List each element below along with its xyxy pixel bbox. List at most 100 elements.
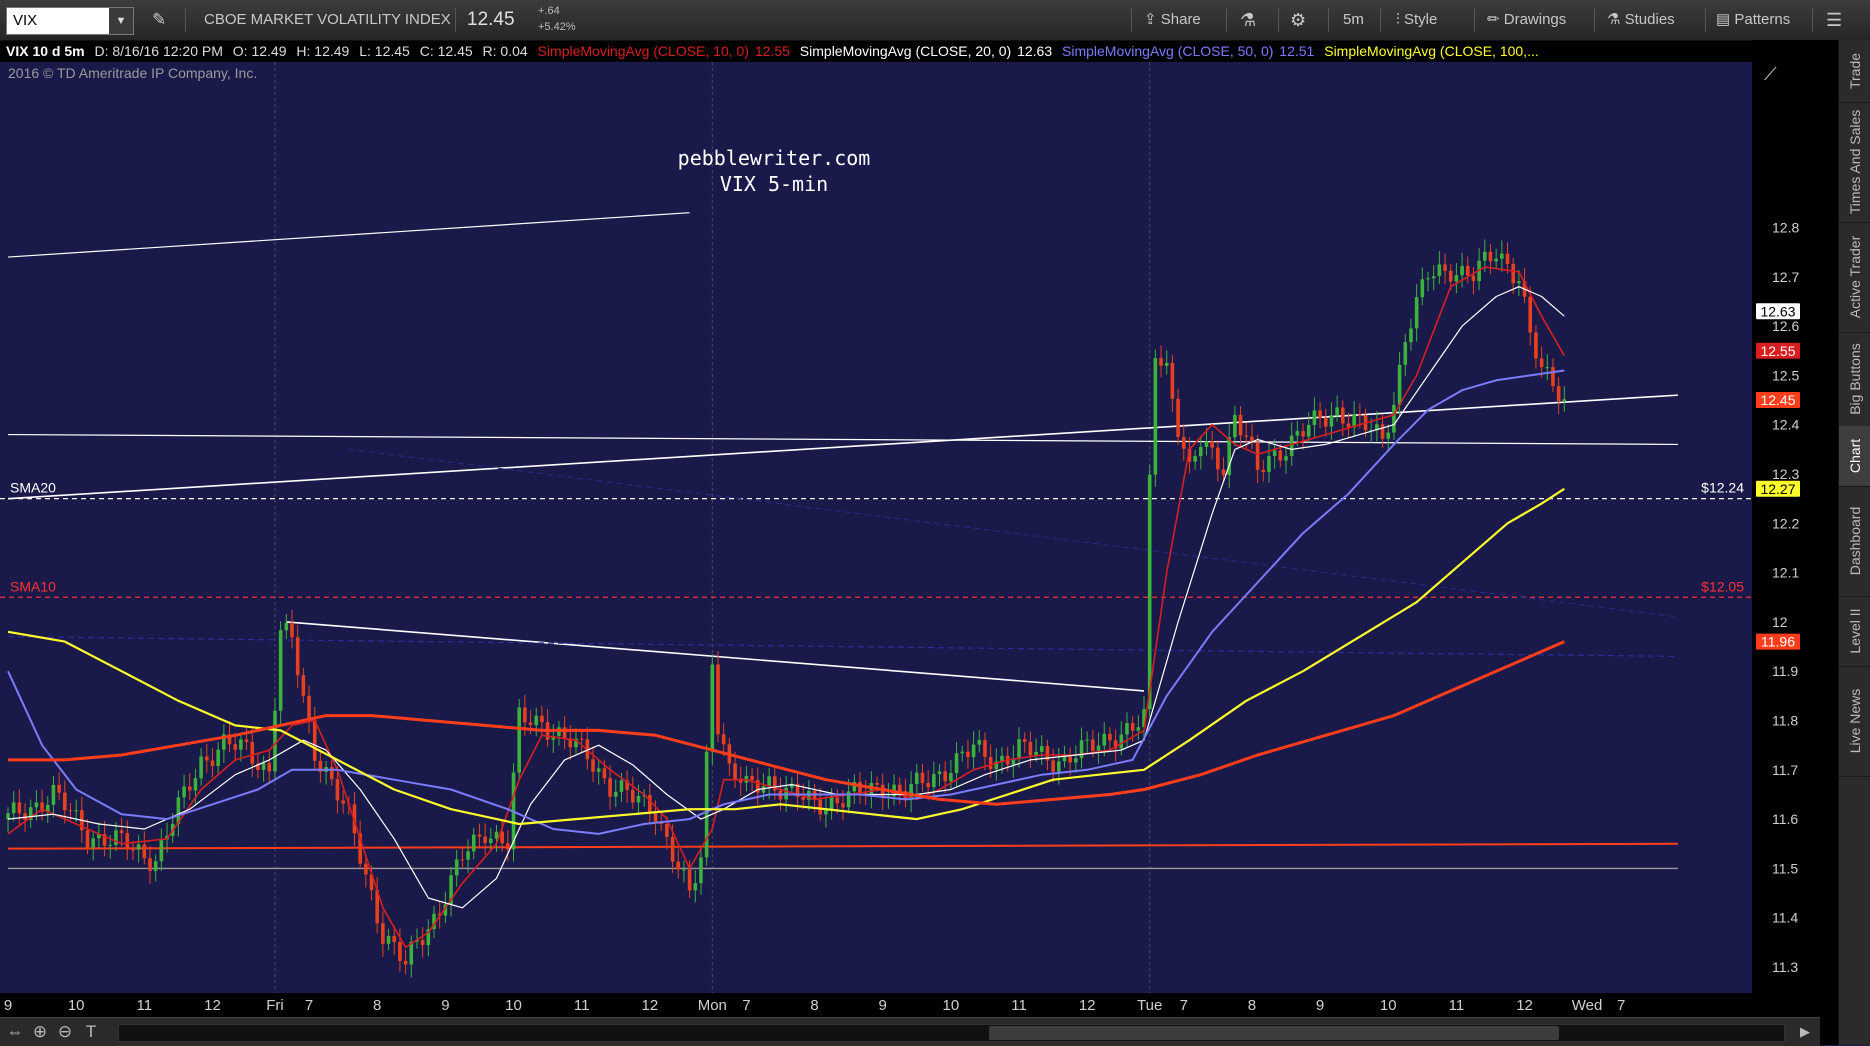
copyright-text: 2016 © TD Ameritrade IP Company, Inc. [8,65,257,81]
reference-line-price: $12.05 [1701,578,1744,594]
side-tab-live-news[interactable]: Live News [1839,666,1870,777]
top-toolbar: ▼ ✎ CBOE MARKET VOLATILITY INDEX 12.45 +… [0,0,1870,41]
text-tool-icon[interactable]: T [80,1021,102,1043]
x-tick-label: 8 [1248,997,1256,1014]
y-tick-label: 11.7 [1772,762,1798,778]
x-tick-label: Fri [266,997,284,1014]
zoom-out-icon[interactable]: ⊖ [54,1021,76,1043]
y-tick-label: 12.1 [1772,565,1799,581]
sma100-label[interactable]: SimpleMovingAvg (CLOSE, 100,... [1324,43,1539,59]
reference-line-price: $12.24 [1701,480,1744,496]
timeframe-button[interactable]: 5m [1343,0,1364,40]
x-tick-label: 11 [1011,997,1027,1014]
chart-scrollbar[interactable]: ⇔ ⊕ ⊖ T ▶ [0,1017,1820,1046]
x-tick-label: 7 [1180,997,1188,1014]
x-tick-label: 12 [641,997,658,1014]
y-tick-label: 12.4 [1772,417,1799,433]
settings-button[interactable]: ⚙ [1290,0,1306,40]
x-tick-label: 11 [574,997,590,1014]
last-price: 12.45 [467,9,515,30]
zoom-in-icon[interactable]: ⊕ [29,1021,51,1043]
x-tick-label: 10 [1380,997,1397,1014]
symbol-description: CBOE MARKET VOLATILITY INDEX [204,11,451,28]
side-tab-label: Dashboard [1847,506,1863,576]
sma10-value: 12.55 [754,43,790,59]
chart-info-bar: VIX 10 d 5m D: 8/16/16 12:20 PM O: 12.49… [0,41,1752,62]
right-side-panel: Trade Times And Sales Active Trader Big But… [1838,40,1870,1045]
x-tick-label: 9 [1316,997,1324,1014]
symbol-dropdown-icon[interactable]: ▼ [109,8,133,34]
scroll-thumb[interactable] [989,1026,1559,1040]
price-tag-label: 12.63 [1760,303,1795,319]
y-tick-label: 11.5 [1772,860,1798,876]
y-tick-label: 11.6 [1772,811,1798,827]
menu-button[interactable]: ☰ [1826,0,1842,40]
sma10-label[interactable]: SimpleMovingAvg (CLOSE, 10, 0) [538,43,749,59]
x-tick-label: 7 [305,997,313,1014]
x-tick-label: 12 [1079,997,1096,1014]
side-tab-label: Times And Sales [1847,109,1863,215]
pencil-icon: ✏ [1487,11,1500,28]
symbol-selector[interactable]: ▼ [6,7,134,35]
x-tick-label: 9 [879,997,887,1014]
studies-flask-icon: ⚗ [1607,11,1621,28]
symbol-input[interactable] [7,8,115,32]
side-tab-label: Chart [1847,438,1863,474]
y-tick-label: 12.6 [1772,318,1799,334]
x-tick-label: 10 [505,997,522,1014]
bar-open: O: 12.49 [232,43,287,59]
x-tick-label: 9 [4,997,12,1014]
x-axis-bar: 9 10 11 12 Fri 7 8 9 10 11 12 Mon 7 8 9 10 11 12 Tue 7 8 9 10 1… [0,993,1752,1017]
candle [278,621,283,725]
y-tick-label: 12.2 [1772,515,1799,531]
y-tick-label: 11.8 [1772,713,1798,729]
side-tab-label: Active Trader [1847,235,1863,319]
price-tag-label: 12.55 [1760,343,1795,359]
sma20-label[interactable]: SimpleMovingAvg (CLOSE, 20, 0) [800,43,1011,59]
style-icon: ⫶ [1396,11,1400,28]
scroll-track[interactable] [118,1024,1785,1042]
side-tab-chart[interactable]: Chart [1839,426,1870,487]
side-tab-dashboard[interactable]: Dashboard [1839,486,1870,597]
bar-close: C: 12.45 [419,43,473,59]
price-tag-label: 11.96 [1761,634,1795,650]
expand-icon[interactable]: ⇔ [4,1021,26,1043]
side-tab-trade[interactable]: Trade [1839,40,1870,103]
flask-icon: ⚗ [1240,10,1257,30]
reference-line-label: SMA10 [10,578,56,594]
bar-datetime: D: 8/16/16 12:20 PM [94,43,223,59]
bar-range: R: 0.04 [482,43,528,59]
price-tag-label: 12.27 [1760,481,1795,497]
bar-high: H: 12.49 [296,43,350,59]
candle [517,699,521,781]
x-tick-label: 11 [1449,997,1465,1014]
patterns-button[interactable]: ▤ Patterns [1716,0,1790,40]
gear-icon: ⚙ [1290,10,1307,30]
studies-button[interactable]: ⚗ Studies [1607,0,1675,40]
sma20-value: 12.63 [1017,43,1053,59]
patterns-icon: ▤ [1716,11,1731,28]
scroll-right-icon[interactable]: ▶ [1794,1021,1816,1043]
share-button[interactable]: ⇪ Share [1144,0,1201,40]
y-tick-label: 12.3 [1772,466,1799,482]
x-tick-label: 10 [68,997,85,1014]
share-icon: ⇪ [1144,11,1157,28]
side-tab-big-buttons[interactable]: Big Buttons [1839,332,1870,427]
side-tab-active-trader[interactable]: Active Trader [1839,222,1870,333]
side-tab-label: Trade [1847,52,1863,90]
style-button[interactable]: ⫶ Style [1396,0,1437,40]
side-tab-level-ii[interactable]: Level II [1839,596,1870,667]
side-tab-label: Live News [1847,688,1863,754]
menu-icon: ☰ [1826,10,1843,30]
x-tick-label: 7 [742,997,750,1014]
symbol-period: VIX 10 d 5m [6,43,85,59]
sma50-label[interactable]: SimpleMovingAvg (CLOSE, 50, 0) [1062,43,1273,59]
drawings-button[interactable]: ✏ Drawings [1487,0,1566,40]
x-tick-label: 7 [1617,997,1625,1014]
flask-button[interactable]: ⚗ [1240,0,1256,40]
link-icon[interactable]: ✎ [152,0,166,40]
price-chart[interactable]: 2016 © TD Ameritrade IP Company, Inc. peb… [0,62,1838,993]
plot-background [0,62,1752,993]
y-tick-label: 12 [1772,614,1788,630]
side-tab-times-and-sales[interactable]: Times And Sales [1839,102,1870,223]
